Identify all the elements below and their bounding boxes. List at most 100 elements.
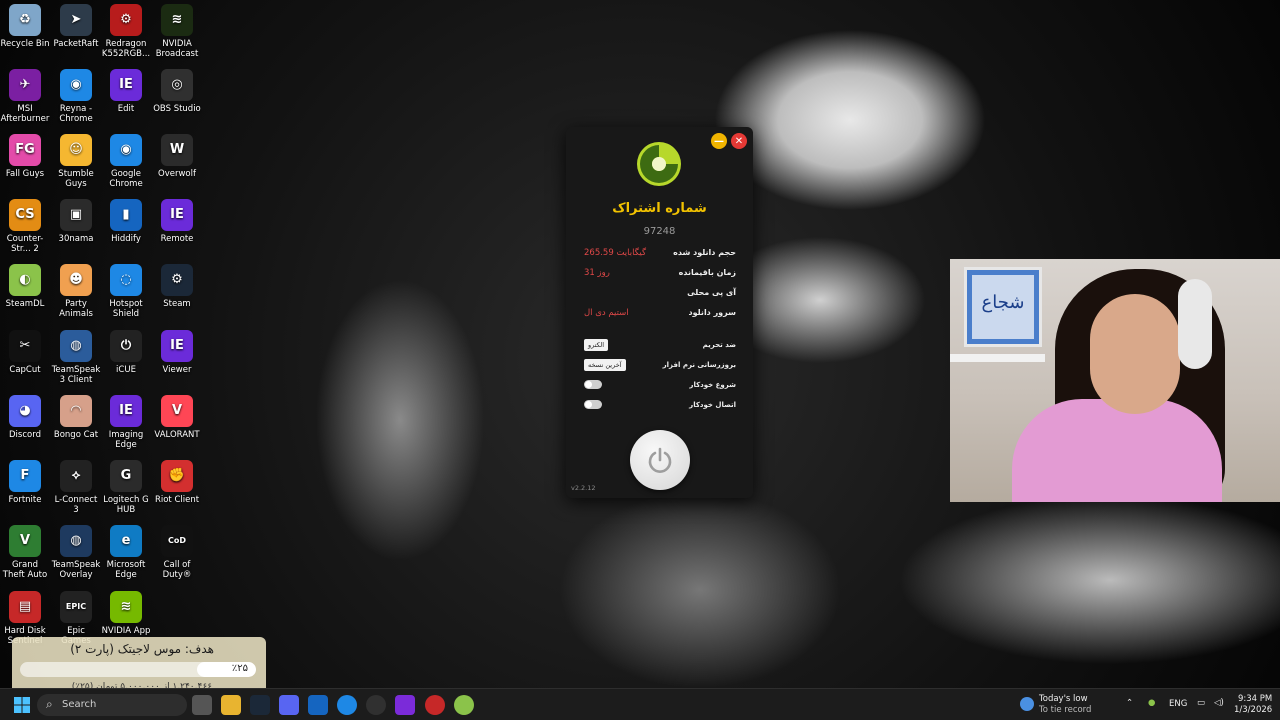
app-icon: ≋ bbox=[110, 591, 142, 623]
weather-sub: To tie record bbox=[1039, 705, 1092, 715]
desktop-icon-msi-afterburner[interactable]: ✈ MSI Afterburner bbox=[0, 69, 50, 124]
streamer-shirt bbox=[1012, 399, 1222, 502]
desktop-icon-riot-client[interactable]: ✊ Riot Client bbox=[152, 460, 202, 505]
app-icon: ≋ bbox=[161, 4, 193, 36]
network-icon[interactable]: ▭ bbox=[1197, 698, 1205, 708]
desktop-icon-l-connect-3[interactable]: ⟡ L-Connect 3 bbox=[51, 460, 101, 515]
desktop-icon-grand-theft-auto-v-le[interactable]: V Grand Theft Auto V Le... bbox=[0, 525, 50, 580]
desktop-icon-nvidia-broadcast[interactable]: ≋ NVIDIA Broadcast bbox=[152, 4, 202, 59]
desktop-icon-call-of-duty[interactable]: CoD Call of Duty® bbox=[152, 525, 202, 580]
app-taskbar-icon[interactable] bbox=[425, 695, 445, 715]
account-number: 97248 bbox=[643, 226, 676, 237]
desktop-icon-fortnite[interactable]: F Fortnite bbox=[0, 460, 50, 505]
desktop-icon-obs-studio[interactable]: ◎ OBS Studio bbox=[152, 69, 202, 114]
desktop-icon-counter-str-2[interactable]: CS Counter-Str... 2 bbox=[0, 199, 50, 254]
setting-label: بروزرسانی نرم افزار bbox=[662, 361, 736, 369]
clock-time[interactable]: 9:34 PM bbox=[1238, 694, 1272, 704]
setting-toggle[interactable] bbox=[584, 380, 602, 389]
file-explorer-icon[interactable] bbox=[221, 695, 241, 715]
info-row: سرور دانلود استیم دی ال bbox=[580, 308, 736, 320]
desktop-icon-30nama[interactable]: ▣ 30nama bbox=[51, 199, 101, 244]
desktop-icon-packetraft[interactable]: ➤ PacketRaft bbox=[51, 4, 101, 49]
tray-chevron-icon[interactable]: ⌃ bbox=[1126, 698, 1133, 708]
app-icon: IE bbox=[161, 199, 193, 231]
info-row: زمان باقیمانده 31 روز bbox=[580, 268, 736, 280]
weather-icon[interactable] bbox=[1020, 697, 1034, 711]
discord-taskbar-icon[interactable] bbox=[279, 695, 299, 715]
desktop-icon-label: PacketRaft bbox=[53, 39, 99, 49]
app-icon: G bbox=[110, 460, 142, 492]
desktop-icon-steamdl[interactable]: ◐ SteamDL bbox=[0, 264, 50, 309]
desktop-icon-bongo-cat[interactable]: ◠ Bongo Cat bbox=[51, 395, 101, 440]
app-icon: ◕ bbox=[9, 395, 41, 427]
desktop-icon-logitech-g-hub[interactable]: G Logitech G HUB bbox=[101, 460, 151, 515]
desktop-icon-label: Stumble Guys bbox=[58, 169, 94, 189]
language-indicator[interactable]: ENG bbox=[1169, 699, 1187, 709]
setting-row: ضد تحریم الکترو bbox=[580, 339, 736, 353]
desktop-icon-label: Hotspot Shield bbox=[109, 299, 143, 319]
desktop-icon-valorant[interactable]: V VALORANT bbox=[152, 395, 202, 440]
desktop-icon-label: Microsoft Edge bbox=[106, 560, 146, 580]
taskbar-search[interactable]: ⌕ Search bbox=[37, 694, 187, 716]
desktop-icon-google-chrome[interactable]: ◉ Google Chrome bbox=[101, 134, 151, 189]
setting-toggle[interactable] bbox=[584, 400, 602, 409]
desktop-icon-remote[interactable]: IE Remote bbox=[152, 199, 202, 244]
desktop-icon-steam[interactable]: ⚙ Steam bbox=[152, 264, 202, 309]
desktop-icon-label: Fall Guys bbox=[5, 169, 45, 179]
obs-taskbar-icon[interactable] bbox=[366, 695, 386, 715]
desktop-icon-capcut[interactable]: ✂ CapCut bbox=[0, 330, 50, 375]
desktop-icon-imaging-edge-desktop[interactable]: IE Imaging Edge Desktop bbox=[101, 395, 151, 450]
desktop-icon-edit[interactable]: IE Edit bbox=[101, 69, 151, 114]
minimize-button[interactable]: — bbox=[711, 133, 727, 149]
app-icon: ⟡ bbox=[60, 460, 92, 492]
weather-title: Today's low bbox=[1039, 694, 1088, 704]
desktop-icon-teamspeak-overlay[interactable]: ◍ TeamSpeak Overlay bbox=[51, 525, 101, 580]
clock-date[interactable]: 1/3/2026 bbox=[1234, 705, 1272, 715]
desktop-icon-label: L-Connect 3 bbox=[54, 495, 98, 515]
desktop-icon-microsoft-edge[interactable]: e Microsoft Edge bbox=[101, 525, 151, 580]
app-icon: ☻ bbox=[60, 264, 92, 296]
steam-taskbar-icon[interactable] bbox=[250, 695, 270, 715]
start-button[interactable] bbox=[12, 695, 32, 715]
desktop-icon-hotspot-shield[interactable]: ◌ Hotspot Shield bbox=[101, 264, 151, 319]
desktop-icon-discord[interactable]: ◕ Discord bbox=[0, 395, 50, 440]
desktop-icon-viewer[interactable]: IE Viewer bbox=[152, 330, 202, 375]
desktop-icon-recycle-bin[interactable]: ♻ Recycle Bin bbox=[0, 4, 50, 49]
hiddify-taskbar-icon[interactable] bbox=[308, 695, 328, 715]
info-value: 31 روز bbox=[584, 268, 610, 278]
app-icon: ◐ bbox=[9, 264, 41, 296]
desktop-icon-stumble-guys[interactable]: ☺ Stumble Guys bbox=[51, 134, 101, 189]
app-icon: ▮ bbox=[110, 199, 142, 231]
desktop-icon-redragon-k552rgb[interactable]: ⚙ Redragon K552RGB... bbox=[101, 4, 151, 59]
desktop-icon-overwolf[interactable]: W Overwolf bbox=[152, 134, 202, 179]
desktop-icon-nvidia-app[interactable]: ≋ NVIDIA App bbox=[101, 591, 151, 636]
setting-row: شروع خودکار bbox=[580, 380, 736, 393]
task-view-icon[interactable] bbox=[192, 695, 212, 715]
vpn-taskbar-icon[interactable] bbox=[454, 695, 474, 715]
close-button[interactable]: ✕ bbox=[731, 133, 747, 149]
app-icon: V bbox=[9, 525, 41, 557]
desktop-icon-fall-guys[interactable]: FG Fall Guys bbox=[0, 134, 50, 179]
desktop-icon-label: CapCut bbox=[9, 365, 41, 375]
desktop-icon-label: Party Animals bbox=[59, 299, 93, 319]
app-icon: ☺ bbox=[60, 134, 92, 166]
webcam-overlay: شجاع bbox=[950, 259, 1280, 502]
app-icon: W bbox=[161, 134, 193, 166]
rider-taskbar-icon[interactable] bbox=[395, 695, 415, 715]
desktop-icon-label: Recycle Bin bbox=[0, 39, 50, 49]
setting-chip-button[interactable]: الکترو bbox=[584, 339, 609, 351]
app-icon: ✊ bbox=[161, 460, 193, 492]
microphone-icon[interactable]: ● bbox=[1148, 698, 1155, 708]
desktop-icon-label: Grand Theft Auto V Le... bbox=[2, 560, 48, 580]
volume-icon[interactable]: ◁) bbox=[1214, 698, 1224, 708]
goal-progress-bar: ٪۲۵ bbox=[20, 662, 256, 677]
desktop-icon-teamspeak-3-client[interactable]: ◍ TeamSpeak 3 Client bbox=[51, 330, 101, 385]
setting-chip-button[interactable]: آخرین نسخه bbox=[584, 359, 626, 371]
power-button[interactable] bbox=[630, 430, 690, 490]
chrome-taskbar-icon[interactable] bbox=[337, 695, 357, 715]
desktop-icon-reyna-chrome[interactable]: ◉ Reyna - Chrome bbox=[51, 69, 101, 124]
desktop-icon-hiddify[interactable]: ▮ Hiddify bbox=[101, 199, 151, 244]
windows-icon bbox=[14, 697, 30, 713]
desktop-icon-party-animals[interactable]: ☻ Party Animals bbox=[51, 264, 101, 319]
desktop-icon-icue[interactable]: ⏻ iCUE bbox=[101, 330, 151, 375]
